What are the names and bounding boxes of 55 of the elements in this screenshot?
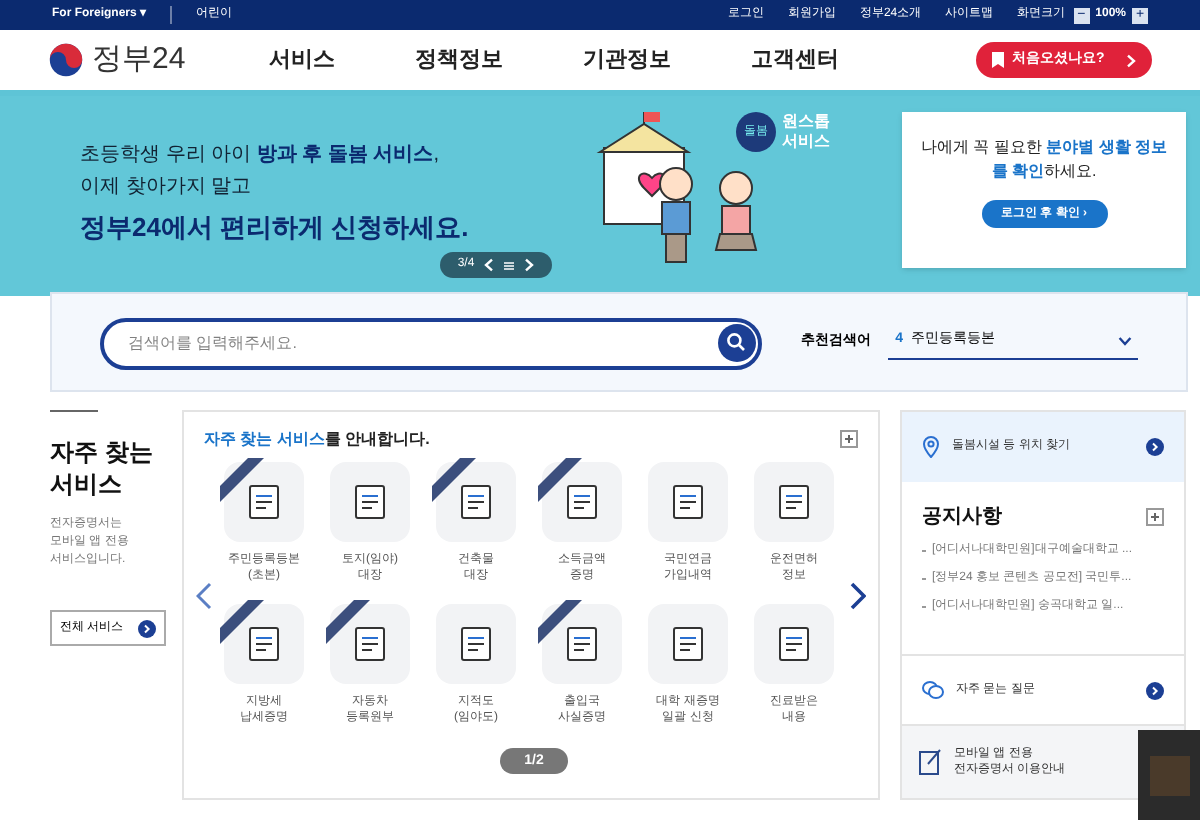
document-icon [774, 624, 814, 664]
arrow-circle-icon [1146, 681, 1164, 699]
service-tile[interactable] [754, 604, 834, 684]
nav-link[interactable]: 정책정보 [415, 43, 504, 77]
document-icon [562, 482, 602, 522]
chevron-down-icon [1118, 336, 1132, 346]
notice-title: 공지사항 [922, 504, 1002, 532]
arrow-circle-icon [1146, 438, 1164, 456]
search-field[interactable]: 검색어를 입력해주세요. [100, 317, 762, 369]
document-icon [244, 482, 284, 522]
document-pen-icon [918, 748, 942, 776]
chevron-left-icon [484, 258, 495, 272]
document-icon [668, 624, 708, 664]
bookmark-icon [992, 52, 1004, 68]
service-tile[interactable] [330, 462, 410, 542]
nav-link[interactable]: 서비스 [269, 43, 336, 77]
document-icon [350, 624, 390, 664]
document-icon [244, 624, 284, 664]
document-icon [562, 624, 602, 664]
service-tile[interactable] [648, 462, 728, 542]
chevron-right-icon [524, 258, 535, 272]
document-icon [668, 482, 708, 522]
chat-bubbles-icon [922, 680, 944, 700]
service-tile[interactable] [542, 462, 622, 542]
logo-text[interactable]: 정부24 [92, 37, 186, 83]
document-icon [350, 482, 390, 522]
more-icon[interactable] [840, 430, 858, 448]
section-title: 자주 찾는 서비스 [50, 436, 155, 500]
more-icon[interactable] [1146, 508, 1164, 526]
document-icon [456, 482, 496, 522]
login-card-text: 나에게 꼭 필요한 분야별 생활 정보를 확인하세요. [918, 136, 1170, 184]
document-icon [456, 624, 496, 664]
services-heading: 자주 찾는 서비스를 안내합니다. [204, 428, 430, 452]
logo-icon [48, 42, 84, 78]
service-tile[interactable] [754, 462, 834, 542]
service-tile[interactable] [542, 604, 622, 684]
nav-link[interactable]: 기관정보 [583, 43, 672, 77]
banner-text: 초등학생 우리 아이 방과 후 돌봄 서비스, [80, 142, 441, 170]
service-tile[interactable] [224, 604, 304, 684]
service-tile[interactable] [330, 604, 410, 684]
service-tile[interactable] [436, 462, 516, 542]
banner-text: 이제 찾아가지 말고 [80, 174, 254, 202]
service-tile[interactable] [648, 604, 728, 684]
document-icon [774, 482, 814, 522]
location-pin-icon [922, 436, 940, 458]
menu-icon [504, 261, 515, 269]
badge-text: 원스톱 서비스 [782, 112, 830, 152]
photo-placeholder [1149, 755, 1189, 795]
service-tile[interactable] [436, 604, 516, 684]
banner-text: 정부24에서 편리하게 신청하세요. [80, 210, 469, 246]
service-tile[interactable] [224, 462, 304, 542]
arrow-circle-icon [138, 619, 156, 637]
chevron-right-icon [1126, 53, 1136, 67]
nav-link[interactable]: 고객센터 [751, 43, 840, 77]
video-thumbnail[interactable] [1138, 730, 1200, 820]
